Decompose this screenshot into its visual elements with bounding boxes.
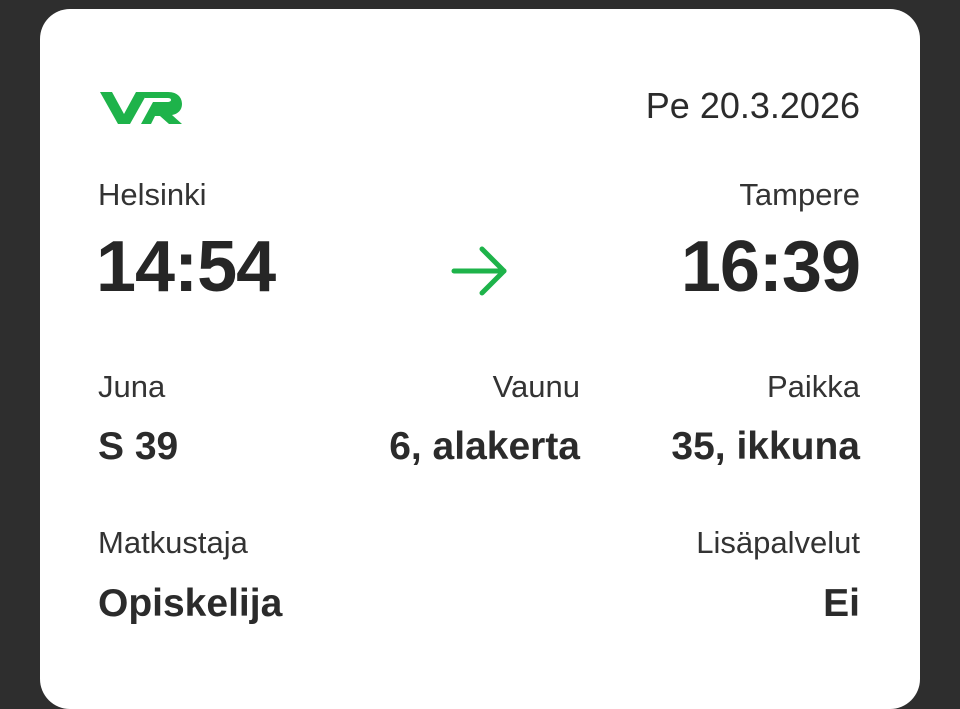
train-number: S 39 bbox=[98, 425, 179, 468]
car-value: 6, alakerta bbox=[389, 425, 580, 468]
arrival-station: Tampere bbox=[739, 177, 860, 212]
travel-date: Pe 20.3.2026 bbox=[645, 85, 860, 126]
arrow-right-icon bbox=[451, 246, 507, 296]
vr-logo bbox=[100, 92, 182, 124]
departure-station: Helsinki bbox=[98, 177, 207, 212]
train-label: Juna bbox=[98, 369, 166, 404]
departure-time: 14:54 bbox=[96, 227, 276, 307]
car-label: Vaunu bbox=[492, 369, 580, 404]
passenger-label: Matkustaja bbox=[98, 525, 248, 560]
ticket-card: Pe 20.3.2026 Helsinki Tampere 14:54 16:3… bbox=[40, 9, 920, 709]
seat-label: Paikka bbox=[766, 369, 860, 404]
extras-value: Ei bbox=[823, 582, 860, 625]
extras-label: Lisäpalvelut bbox=[696, 525, 860, 560]
passenger-type: Opiskelija bbox=[98, 582, 283, 625]
seat-value: 35, ikkuna bbox=[671, 425, 860, 468]
arrival-time: 16:39 bbox=[680, 227, 861, 307]
